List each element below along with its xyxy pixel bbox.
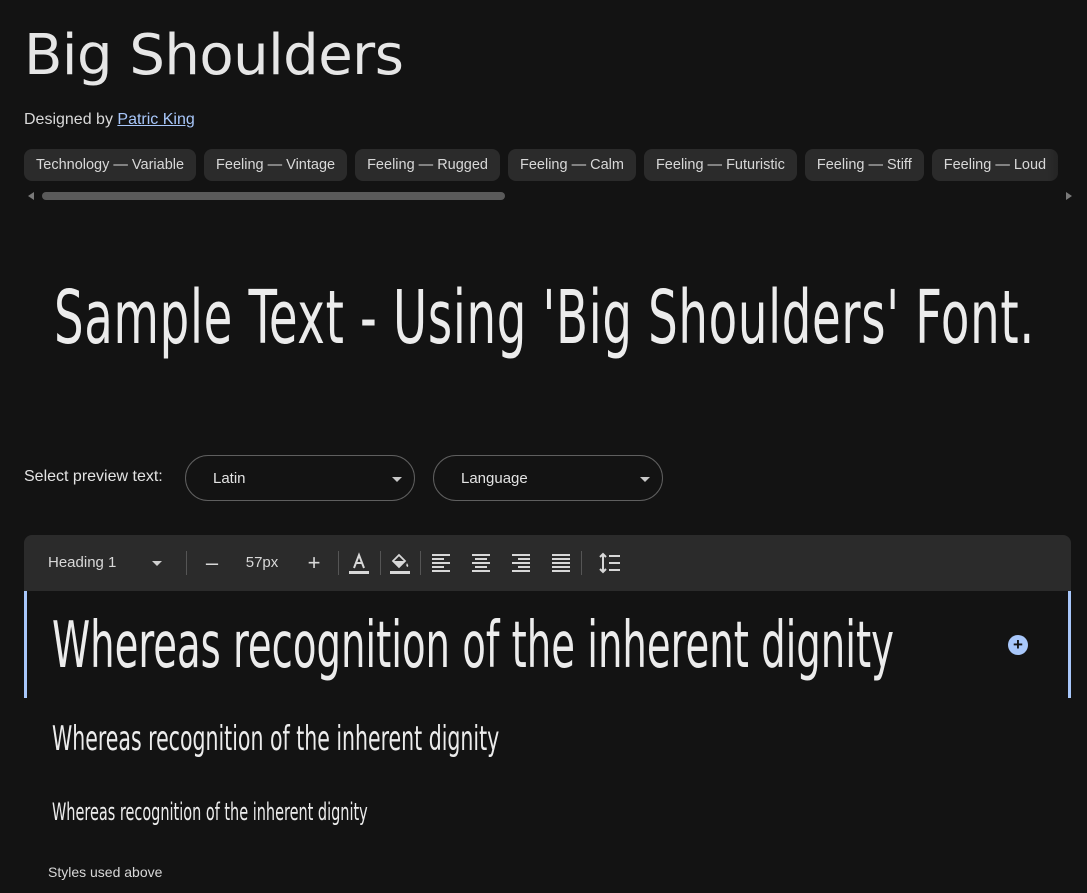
tags-fade [1047,149,1087,183]
toolbar-divider [380,551,381,575]
preview-line-small[interactable]: Whereas recognition of the inherent dign… [52,797,368,827]
toolbar-divider [581,551,582,575]
tag-list: Technology — Variable Feeling — Vintage … [24,149,1087,183]
toolbar-divider [186,551,187,575]
chevron-down-icon[interactable] [152,561,162,566]
language-select[interactable]: Language [433,455,663,501]
style-select-value: Heading 1 [48,554,117,571]
tag-chip[interactable]: Technology — Variable [24,149,197,181]
styles-used-heading: Styles used above [48,864,163,880]
tag-chip[interactable]: Feeling — Loud [931,149,1059,181]
toolbar-divider [338,551,339,575]
script-select[interactable]: Latin [185,455,415,501]
scroll-right-arrow-icon[interactable] [1066,192,1072,200]
tag-chip[interactable]: Feeling — Rugged [355,149,500,181]
tag-chip[interactable]: Feeling — Calm [508,149,636,181]
tag-chip[interactable]: Feeling — Futuristic [643,149,797,181]
tags-scrollbar[interactable] [24,189,1072,203]
add-style-button[interactable]: + [1008,635,1028,655]
preview-text-label: Select preview text: [24,468,163,485]
scrollbar-thumb[interactable] [42,192,505,200]
align-right-icon[interactable] [509,551,533,575]
increase-size-button[interactable]: + [304,535,324,591]
language-select-value: Language [461,470,528,487]
font-size-value[interactable]: 57px [242,535,282,591]
toolbar-divider [420,551,421,575]
font-title: Big Shoulders [24,23,404,88]
chevron-down-icon [392,477,402,482]
align-left-icon[interactable] [429,551,453,575]
designer-link[interactable]: Patric King [117,111,194,128]
designed-by-prefix: Designed by [24,111,118,128]
scroll-left-arrow-icon[interactable] [28,192,34,200]
chevron-down-icon [640,477,650,482]
align-center-icon[interactable] [469,551,493,575]
preview-line-heading[interactable]: Whereas recognition of the inherent dign… [52,606,894,686]
tag-chip[interactable]: Feeling — Vintage [204,149,348,181]
script-select-value: Latin [213,470,246,487]
align-justify-icon[interactable] [549,551,573,575]
preview-line-medium[interactable]: Whereas recognition of the inherent dign… [52,718,499,760]
decrease-size-button[interactable]: – [202,535,222,591]
text-color-icon[interactable] [347,551,371,575]
editor-toolbar: Heading 1 – 57px + [24,535,1071,591]
highlight-color-icon[interactable] [388,551,412,575]
designer-line: Designed by Patric King [24,111,195,129]
tag-chip[interactable]: Feeling — Stiff [804,149,924,181]
sample-text: Sample Text - Using 'Big Shoulders' Font… [54,275,1035,361]
line-height-icon[interactable] [598,551,622,575]
